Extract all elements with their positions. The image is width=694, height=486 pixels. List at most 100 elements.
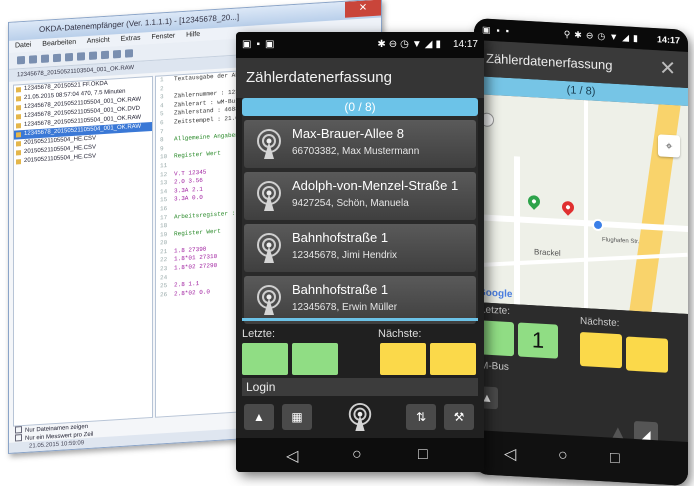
line-text: 3.3A 0.0: [174, 194, 203, 203]
map-button[interactable]: ▦: [282, 404, 312, 430]
refresh-icon[interactable]: [101, 50, 109, 60]
item-street: Max-Brauer-Allee 8: [292, 126, 404, 141]
counter-text: (0 / 8): [344, 100, 376, 114]
status-bar: ▣▪▣ ✱⊖◷▼◢▮ 14:17: [236, 32, 484, 58]
recents-icon[interactable]: □: [418, 446, 428, 464]
back-icon[interactable]: ◁: [504, 444, 516, 465]
nav-bar: ◁ ○ □: [236, 438, 484, 472]
item-street: Bahnhofstraße 1: [292, 282, 389, 297]
counter-bar: (0 / 8): [242, 98, 478, 116]
road: [514, 156, 520, 305]
line-text: 1.8*02 27290: [174, 261, 218, 272]
recents-icon[interactable]: □: [610, 450, 620, 469]
prev-slot-1[interactable]: [242, 343, 288, 375]
status-time: 14:17: [452, 39, 478, 50]
sort-button[interactable]: ⇅: [406, 404, 436, 430]
close-button[interactable]: ✕: [345, 0, 381, 18]
menu-extras[interactable]: Extras: [121, 35, 141, 43]
app-title: Zählerdatenerfassung: [486, 50, 613, 73]
copy-icon[interactable]: [77, 52, 85, 61]
tool-bar: ▲ ▦ ⇅ ⚒: [236, 398, 484, 438]
phone-list: ▣▪▣ ✱⊖◷▼◢▮ 14:17 Zählerdatenerfassung (0…: [236, 32, 484, 472]
line-text: 1.8 27390: [174, 245, 207, 255]
item-detail: 9427254, Schön, Manuela: [292, 198, 409, 209]
list-icon[interactable]: [125, 49, 133, 58]
map-street-label: Brackel: [534, 247, 561, 258]
line-text: 2.8 1.1: [174, 280, 200, 289]
next-label: Nächste:: [378, 328, 422, 340]
my-location-button[interactable]: ⌖: [658, 134, 680, 158]
app-title: Zählerdatenerfassung: [246, 69, 392, 86]
item-detail: 66703382, Max Mustermann: [292, 146, 420, 157]
up-button[interactable]: ▲: [244, 404, 274, 430]
cut-icon[interactable]: [65, 52, 73, 62]
file-tree: 12345678_20150521 FF.OKDA 21.05.2015 08:5…: [13, 75, 153, 427]
road: [584, 100, 588, 309]
list-item[interactable]: Max-Brauer-Allee 8 66703382, Max Musterm…: [244, 120, 476, 168]
new-icon[interactable]: [17, 55, 25, 65]
divider: [242, 318, 478, 321]
antenna-icon: [257, 181, 281, 211]
notification-icons: ▣▪▪: [482, 24, 515, 37]
status-time: 14:17: [656, 34, 680, 46]
item-detail: 12345678, Erwin Müller: [292, 302, 398, 313]
menu-ansicht[interactable]: Ansicht: [87, 37, 110, 45]
menu-fenster[interactable]: Fenster: [151, 32, 175, 40]
print-icon[interactable]: [53, 53, 61, 63]
next-slot-1[interactable]: [380, 343, 426, 375]
line-text: V.T 12345: [174, 168, 207, 178]
line-text: 3.3A 2.1: [174, 185, 203, 195]
map-marker-green[interactable]: [525, 192, 543, 210]
save-icon[interactable]: [41, 54, 49, 63]
antenna-icon: [257, 129, 281, 159]
prev-value: 1: [531, 327, 545, 353]
list-item[interactable]: Adolph-von-Menzel-Straße 1 9427254, Schö…: [244, 172, 476, 220]
paste-icon[interactable]: [89, 51, 97, 60]
close-icon[interactable]: ✕: [659, 50, 676, 87]
current-location-dot: [592, 218, 604, 232]
map-view[interactable]: ⌖ Brackel Flughafen Str. Google: [474, 94, 688, 314]
login-bar[interactable]: Login: [242, 378, 478, 396]
antenna-icon: [257, 233, 281, 263]
next-slot-2[interactable]: [430, 343, 476, 375]
menu-hilfe[interactable]: Hilfe: [186, 31, 200, 39]
prev-slot-2[interactable]: 1: [518, 322, 558, 359]
home-icon[interactable]: ○: [558, 447, 568, 466]
prev-slot-2[interactable]: [292, 343, 338, 375]
antenna-icon[interactable]: [346, 400, 374, 434]
login-label: Login: [246, 380, 276, 394]
system-icons: ✱⊖◷▼◢▮: [377, 39, 444, 50]
app-header: Zählerdatenerfassung: [236, 58, 484, 98]
line-number: 26: [160, 290, 168, 299]
map-marker-red[interactable]: [559, 198, 577, 216]
line-text: Register Wert: [174, 227, 221, 238]
next-slot-2[interactable]: [626, 336, 668, 373]
item-street: Adolph-von-Menzel-Straße 1: [292, 178, 459, 193]
prev-label: Letzte:: [480, 304, 511, 318]
line-text: Register Wert: [174, 149, 221, 160]
status-text: 21.05.2015 10:59:09: [29, 440, 85, 450]
next-label: Nächste:: [580, 315, 620, 330]
map-small-label: Flughafen Str.: [602, 237, 640, 246]
menu-datei[interactable]: Datei: [15, 42, 31, 50]
home-icon[interactable]: ○: [352, 446, 362, 464]
grid-icon[interactable]: [113, 49, 121, 59]
list-item[interactable]: Bahnhofstraße 1 12345678, Erwin Müller: [244, 276, 476, 324]
notification-icons: ▣▪▣: [242, 39, 280, 50]
settings-button[interactable]: ⚒: [444, 404, 474, 430]
line-text: 2.0 3.56: [174, 176, 203, 186]
counter-text: (1 / 8): [566, 84, 596, 98]
bus-label: M-Bus: [480, 360, 509, 373]
open-icon[interactable]: [29, 55, 37, 64]
line-text: 2.8*02 0.0: [174, 288, 211, 298]
address-list: (0 / 8) Max-Brauer-Allee 8 66703382, Max…: [242, 98, 478, 324]
prev-label: Letzte:: [242, 328, 276, 340]
phone-map: ▣▪▪ ⚲✱⊖◷▼◢▮ 14:17 Zählerdatenerfassung ✕…: [474, 18, 688, 486]
list-item[interactable]: Bahnhofstraße 1 12345678, Jimi Hendrix: [244, 224, 476, 272]
next-slot-1[interactable]: [580, 331, 622, 369]
menu-bearbeiten[interactable]: Bearbeiten: [42, 39, 76, 48]
back-icon[interactable]: ◁: [286, 446, 298, 466]
item-detail: 12345678, Jimi Hendrix: [292, 250, 398, 261]
item-street: Bahnhofstraße 1: [292, 230, 389, 245]
antenna-icon: [257, 285, 281, 315]
